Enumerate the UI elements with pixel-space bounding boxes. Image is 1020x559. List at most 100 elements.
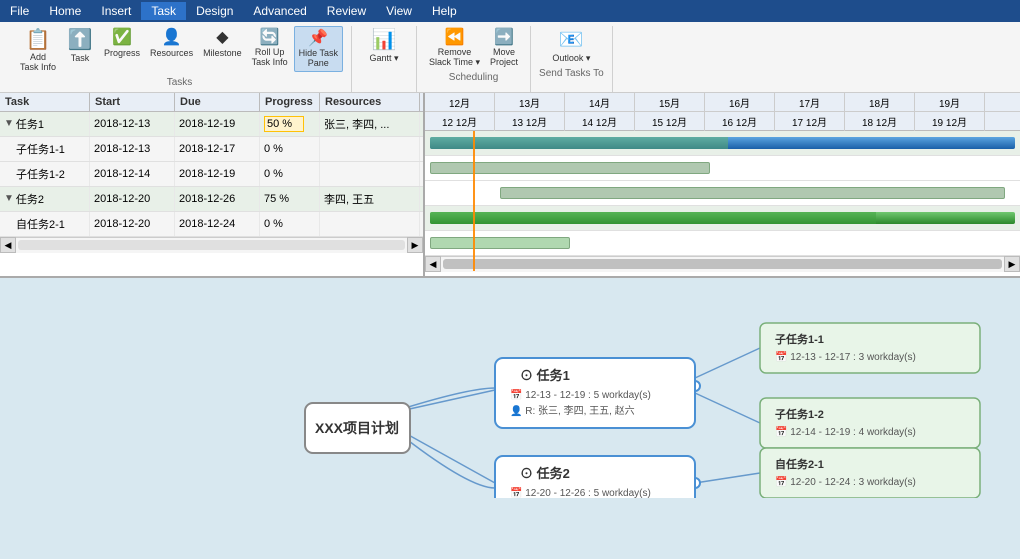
- subtask11-date: 📅 12-13 - 12-17 : 3 workday(s): [775, 350, 916, 363]
- ribbon-group-gantt: 📊 Gantt ▾: [352, 26, 417, 92]
- resources-icon: 👤: [162, 28, 182, 47]
- progress-cell[interactable]: [260, 112, 320, 136]
- resources-cell: 李四, 王五: [320, 187, 420, 211]
- start-cell: 2018-12-13: [90, 137, 175, 161]
- table-row[interactable]: ▼任务2 2018-12-20 2018-12-26 75 % 李四, 王五: [0, 187, 423, 212]
- table-row[interactable]: ▼任务1 2018-12-13 2018-12-19 张三, 李四, ...: [0, 112, 423, 137]
- date-top-cell: 19月: [915, 93, 985, 111]
- hide-task-pane-button[interactable]: 📌 Hide TaskPane: [294, 26, 343, 72]
- task-name-cell: 子任务1-2: [0, 162, 90, 186]
- milestone-label: Milestone: [203, 48, 242, 59]
- menu-insert[interactable]: Insert: [91, 2, 141, 20]
- add-task-label: AddTask Info: [20, 53, 56, 73]
- outlook-label: Outlook ▾: [552, 53, 590, 64]
- date-top-cell: 15月: [635, 93, 705, 111]
- task1-title: ⊙ 任务1: [520, 368, 570, 383]
- rollup-label: Roll UpTask Info: [252, 48, 288, 68]
- scroll-thumb-h[interactable]: [18, 240, 405, 250]
- gantt-bar-sub3: [430, 237, 570, 249]
- resources-cell: 张三, 李四, ...: [320, 112, 420, 136]
- date-bottom-cell: 18 12月: [845, 112, 915, 131]
- table-row[interactable]: 自任务2-1 2018-12-20 2018-12-24 0 %: [0, 212, 423, 237]
- progress-button[interactable]: ✅ Progress: [100, 26, 144, 61]
- date-bottom-cell: 15 12月: [635, 112, 705, 131]
- date-top-cell: 16月: [705, 93, 775, 111]
- gantt-bar-sub2: [500, 187, 1005, 199]
- gantt-button[interactable]: 📊 Gantt ▾: [360, 26, 408, 66]
- gantt-dates-bottom: 12 12月 13 12月 14 12月 15 12月 16 12月 17 12…: [425, 112, 1020, 131]
- gantt-table-header: Task Start Due Progress Resources: [0, 93, 423, 112]
- gantt-progress-task2: [430, 212, 876, 224]
- scroll-right[interactable]: ▶: [1004, 256, 1020, 272]
- table-row[interactable]: 子任务1-2 2018-12-14 2018-12-19 0 %: [0, 162, 423, 187]
- scroll-right-arrow[interactable]: ▶: [407, 237, 423, 253]
- gantt-bar-row: [425, 206, 1020, 231]
- resources-cell: [320, 162, 420, 186]
- progress-cell: 75 %: [260, 187, 320, 211]
- date-bottom-cell: 14 12月: [565, 112, 635, 131]
- progress-label: Progress: [104, 48, 140, 59]
- scroll-left[interactable]: ◀: [425, 256, 441, 272]
- outlook-button[interactable]: 📧 Outlook ▾: [548, 26, 594, 66]
- menu-home[interactable]: Home: [39, 2, 91, 20]
- add-task-info-button[interactable]: 📋 AddTask Info: [16, 26, 60, 75]
- gantt-label: Gantt ▾: [369, 53, 398, 64]
- table-row[interactable]: 子任务1-1 2018-12-13 2018-12-17 0 %: [0, 137, 423, 162]
- menu-task[interactable]: Task: [141, 2, 186, 20]
- outlook-group-label: Send Tasks To: [539, 68, 604, 81]
- root-label: XXX项目计划: [315, 420, 399, 436]
- roll-up-button[interactable]: 🔄 Roll UpTask Info: [248, 26, 292, 70]
- menu-review[interactable]: Review: [317, 2, 376, 20]
- menu-design[interactable]: Design: [186, 2, 243, 20]
- due-cell: 2018-12-19: [175, 162, 260, 186]
- h-scrollbar-gantt[interactable]: ◀ ▶: [425, 256, 1020, 272]
- mindmap-svg: XXX项目计划 ⊙ 任务1 📅 12-13 - 12-19 : 5 workda…: [0, 278, 1020, 498]
- ribbon-group-scheduling: ⏪ RemoveSlack Time ▾ ➡️ MoveProject Sche…: [417, 26, 531, 92]
- due-cell: 2018-12-17: [175, 137, 260, 161]
- expand-icon[interactable]: ▼: [4, 193, 14, 204]
- menu-file[interactable]: File: [0, 2, 39, 20]
- due-cell: 2018-12-19: [175, 112, 260, 136]
- menu-view[interactable]: View: [376, 2, 422, 20]
- task-name-cell: 自任务2-1: [0, 212, 90, 236]
- milestone-button[interactable]: ◆ Milestone: [199, 26, 246, 61]
- slack-icon: ⏪: [445, 28, 465, 47]
- col-header-task: Task: [0, 93, 90, 111]
- remove-slack-button[interactable]: ⏪ RemoveSlack Time ▾: [425, 26, 484, 70]
- start-cell: 2018-12-20: [90, 212, 175, 236]
- menu-help[interactable]: Help: [422, 2, 467, 20]
- resources-label: Resources: [150, 48, 193, 59]
- priority-button[interactable]: ⬆️ Task: [62, 26, 98, 66]
- h-scrollbar-table[interactable]: ◀ ▶: [0, 237, 423, 253]
- gantt-chart: 12月 13月 14月 15月 16月 17月 18月 19月 12 12月 1…: [425, 93, 1020, 276]
- progress-cell: 0 %: [260, 162, 320, 186]
- gantt-bar-row: [425, 181, 1020, 206]
- menu-advanced[interactable]: Advanced: [243, 2, 316, 20]
- move-label: MoveProject: [490, 48, 518, 68]
- subtask21-title: 自任务2-1: [775, 457, 824, 471]
- hide-pane-icon: 📌: [308, 29, 328, 48]
- gantt-icon: 📊: [372, 28, 397, 52]
- task2-title: ⊙ 任务2: [520, 466, 570, 481]
- scrollbar-thumb[interactable]: [443, 259, 1002, 269]
- rollup-icon: 🔄: [260, 28, 280, 47]
- subtask12-title: 子任务1-2: [775, 407, 824, 421]
- gantt-table: Task Start Due Progress Resources ▼任务1 2…: [0, 93, 425, 276]
- resources-button[interactable]: 👤 Resources: [146, 26, 197, 61]
- gantt-bar-row: [425, 131, 1020, 156]
- date-bottom-cell: 19 12月: [915, 112, 985, 131]
- hide-pane-label: Hide TaskPane: [299, 49, 338, 69]
- task1-date: 📅 12-13 - 12-19 : 5 workday(s): [510, 388, 651, 401]
- col-header-due: Due: [175, 93, 260, 111]
- task-area: Task Start Due Progress Resources ▼任务1 2…: [0, 93, 1020, 559]
- slack-label: RemoveSlack Time ▾: [429, 48, 480, 68]
- due-cell: 2018-12-26: [175, 187, 260, 211]
- progress-input[interactable]: [264, 116, 304, 132]
- priority-icon: ⬆️: [68, 28, 93, 52]
- task2-date: 📅 12-20 - 12-26 : 5 workday(s): [510, 486, 651, 498]
- move-project-button[interactable]: ➡️ MoveProject: [486, 26, 522, 70]
- resources-cell: [320, 212, 420, 236]
- scroll-left-arrow[interactable]: ◀: [0, 237, 16, 253]
- date-bottom-cell: 17 12月: [775, 112, 845, 131]
- expand-icon[interactable]: ▼: [4, 118, 14, 129]
